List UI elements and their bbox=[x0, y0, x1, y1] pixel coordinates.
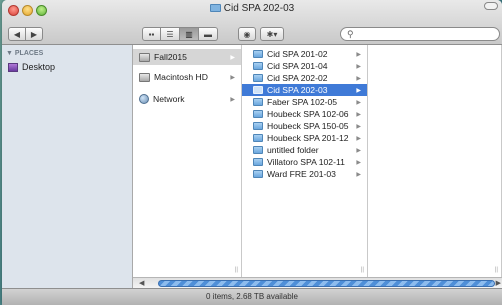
sidebar-item-label: Desktop bbox=[22, 62, 56, 72]
folder-item[interactable]: Houbeck SPA 102-06 ▶ bbox=[242, 108, 367, 120]
column-resize-handle[interactable]: || bbox=[361, 267, 364, 273]
folder-icon bbox=[253, 62, 263, 70]
scrollbar-thumb[interactable] bbox=[158, 280, 495, 287]
folder-item[interactable]: Cid SPA 201-02 ▶ bbox=[242, 48, 367, 60]
folder-item[interactable]: Faber SPA 102-05 ▶ bbox=[242, 96, 367, 108]
folder-item-label: untitled folder bbox=[267, 145, 319, 155]
folder-item-label: Houbeck SPA 102-06 bbox=[267, 109, 349, 119]
folder-item[interactable]: Villatoro SPA 102-11 ▶ bbox=[242, 156, 367, 168]
disclosure-arrow-icon: ▶ bbox=[230, 74, 235, 81]
view-mode-control: ▪▪ ☰ ▥ ▬ bbox=[142, 27, 218, 41]
toolbar-toggle-button[interactable] bbox=[484, 2, 498, 10]
sidebar-header-places[interactable]: ▼ PLACES bbox=[6, 50, 43, 57]
drive-icon bbox=[139, 72, 150, 82]
browser-column-1: Fall2015 ▶ Macintosh HD ▶ Network ▶ || bbox=[133, 45, 242, 277]
disclosure-arrow-icon: ▶ bbox=[356, 147, 361, 154]
disclosure-arrow-icon: ▶ bbox=[356, 75, 361, 82]
drive-icon bbox=[139, 52, 150, 62]
column-resize-handle[interactable]: || bbox=[495, 267, 498, 273]
coverflow-view-icon: ▬ bbox=[204, 29, 212, 39]
list-view-icon: ☰ bbox=[166, 29, 174, 39]
disclosure-arrow-icon: ▶ bbox=[356, 135, 361, 142]
icon-view-icon: ▪▪ bbox=[148, 29, 155, 39]
forward-arrow-icon: ▶ bbox=[30, 29, 38, 39]
column-view-button[interactable]: ▥ bbox=[180, 27, 199, 41]
folder-item-label: Cid SPA 202-02 bbox=[267, 73, 328, 83]
column-item-label: Macintosh HD bbox=[154, 72, 208, 82]
window-title-area: Cid SPA 202-03 bbox=[2, 3, 502, 14]
folder-icon bbox=[253, 158, 263, 166]
folder-icon bbox=[253, 146, 263, 154]
folder-item[interactable]: Ward FRE 201-03 ▶ bbox=[242, 168, 367, 180]
browser-column-2: Cid SPA 201-02 ▶ Cid SPA 201-04 ▶ Cid SPA … bbox=[242, 45, 368, 277]
horizontal-scrollbar[interactable]: ◀ ▶ bbox=[133, 277, 502, 288]
coverflow-view-button[interactable]: ▬ bbox=[199, 27, 218, 41]
window-title: Cid SPA 202-03 bbox=[223, 3, 295, 14]
disclosure-arrow-icon: ▶ bbox=[356, 159, 361, 166]
status-text: 0 items, 2.68 TB available bbox=[206, 292, 298, 301]
gear-icon: ✱▾ bbox=[266, 29, 278, 39]
column-resize-handle[interactable]: || bbox=[235, 267, 238, 273]
search-icon: ⚲ bbox=[347, 29, 354, 39]
folder-item-label: Cid SPA 201-04 bbox=[267, 61, 328, 71]
folder-item[interactable]: Houbeck SPA 201-12 ▶ bbox=[242, 132, 367, 144]
eye-icon: ◉ bbox=[243, 29, 251, 39]
scroll-left-icon[interactable]: ◀ bbox=[139, 279, 144, 287]
back-arrow-icon: ◀ bbox=[13, 29, 21, 39]
folder-icon bbox=[253, 134, 263, 142]
column-item-label: Network bbox=[153, 94, 185, 104]
quick-look-button[interactable]: ◉ bbox=[238, 27, 256, 41]
folder-item[interactable]: Houbeck SPA 150-05 ▶ bbox=[242, 120, 367, 132]
column-item-network[interactable]: Network ▶ bbox=[133, 91, 241, 107]
folder-icon bbox=[253, 110, 263, 118]
sidebar-item-desktop[interactable]: Desktop bbox=[8, 61, 55, 73]
folder-item-label: Ward FRE 201-03 bbox=[267, 169, 336, 179]
sidebar: ▼ PLACES Desktop bbox=[2, 45, 133, 288]
forward-button[interactable]: ▶ bbox=[25, 27, 43, 41]
icon-view-button[interactable]: ▪▪ bbox=[142, 27, 161, 41]
folder-item[interactable]: untitled folder ▶ bbox=[242, 144, 367, 156]
column-item-fall2015[interactable]: Fall2015 ▶ bbox=[133, 49, 241, 65]
disclosure-arrow-icon: ▶ bbox=[230, 54, 235, 61]
folder-icon bbox=[253, 122, 263, 130]
disclosure-arrow-icon: ▶ bbox=[356, 87, 361, 94]
finder-window: Cid SPA 202-03 ◀ ▶ ▪▪ ☰ ▥ ▬ ◉ ✱▾ ⚲ ▼ PLA… bbox=[2, 0, 502, 305]
folder-item-label: Villatoro SPA 102-11 bbox=[267, 157, 345, 167]
list-view-button[interactable]: ☰ bbox=[161, 27, 180, 41]
column-view-icon: ▥ bbox=[185, 29, 193, 39]
folder-icon bbox=[253, 170, 263, 178]
folder-icon bbox=[253, 86, 263, 94]
folder-item[interactable]: Cid SPA 201-04 ▶ bbox=[242, 60, 367, 72]
disclosure-arrow-icon: ▶ bbox=[230, 96, 235, 103]
folder-item-label: Houbeck SPA 150-05 bbox=[267, 121, 349, 131]
toolbar: Cid SPA 202-03 ◀ ▶ ▪▪ ☰ ▥ ▬ ◉ ✱▾ ⚲ bbox=[2, 0, 502, 45]
status-bar: 0 items, 2.68 TB available bbox=[2, 288, 502, 305]
folder-icon bbox=[253, 50, 263, 58]
disclosure-arrow-icon: ▶ bbox=[356, 51, 361, 58]
folder-item-label: Faber SPA 102-05 bbox=[267, 97, 338, 107]
folder-item-label: Houbeck SPA 201-12 bbox=[267, 133, 349, 143]
disclosure-arrow-icon: ▶ bbox=[356, 63, 361, 70]
disclosure-arrow-icon: ▶ bbox=[356, 123, 361, 130]
folder-item[interactable]: Cid SPA 202-02 ▶ bbox=[242, 72, 367, 84]
disclosure-arrow-icon: ▶ bbox=[356, 171, 361, 178]
search-input[interactable]: ⚲ bbox=[340, 27, 500, 41]
folder-icon bbox=[253, 74, 263, 82]
folder-item-label: Cid SPA 201-02 bbox=[267, 49, 328, 59]
disclosure-arrow-icon: ▶ bbox=[356, 99, 361, 106]
column-item-label: Fall2015 bbox=[154, 52, 187, 62]
desktop-icon bbox=[8, 62, 18, 72]
folder-icon bbox=[253, 98, 263, 106]
column-item-macintosh-hd[interactable]: Macintosh HD ▶ bbox=[133, 69, 241, 85]
folder-icon bbox=[209, 4, 221, 12]
folder-item-label: Cid SPA 202-03 bbox=[267, 85, 328, 95]
folder-item-selected[interactable]: Cid SPA 202-03 ▶ bbox=[242, 84, 367, 96]
disclosure-arrow-icon: ▶ bbox=[356, 111, 361, 118]
back-button[interactable]: ◀ bbox=[8, 27, 26, 41]
network-icon bbox=[139, 94, 149, 104]
browser-column-3: || bbox=[368, 45, 502, 277]
action-menu-button[interactable]: ✱▾ bbox=[260, 27, 284, 41]
scroll-right-icon[interactable]: ▶ bbox=[496, 279, 501, 287]
